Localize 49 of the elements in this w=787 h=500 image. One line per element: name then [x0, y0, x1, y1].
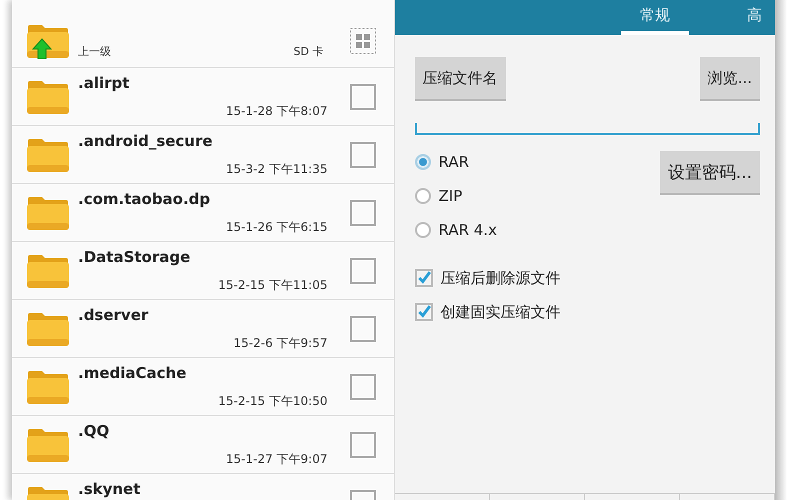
checkbox[interactable]: [350, 316, 376, 342]
checkbox[interactable]: [350, 374, 376, 400]
format-label: ZIP: [438, 187, 462, 205]
folder-name: .android_secure: [78, 132, 214, 150]
folder-name: .DataStorage: [78, 248, 192, 266]
checkbox[interactable]: [350, 84, 376, 110]
folder-icon: [26, 194, 70, 230]
folder-icon: [26, 136, 70, 172]
radio-button[interactable]: [414, 222, 430, 238]
archive-name-field[interactable]: [414, 123, 760, 135]
folder-name: .mediaCache: [78, 364, 188, 382]
modified-date: 15-1-26 下午6:15: [226, 218, 328, 236]
radio-button[interactable]: [414, 154, 430, 170]
modified-date: 15-1-28 下午8:07: [226, 102, 328, 120]
storage-label: SD 卡: [294, 44, 324, 59]
modified-date: 15-1-27 下午9:07: [226, 450, 328, 468]
format-label: RAR 4.x: [438, 221, 497, 239]
option-label: 压缩后删除源文件: [440, 268, 560, 288]
folder-name: .alirpt: [78, 74, 130, 92]
radio-button[interactable]: [414, 188, 430, 204]
modified-date: 15-2-6 下午9:57: [234, 334, 328, 352]
modified-date: 15-2-15 下午11:05: [218, 276, 328, 294]
checkbox[interactable]: [350, 200, 376, 226]
archive-name-button[interactable]: 压缩文件名: [414, 57, 506, 101]
browse-button[interactable]: 浏览...: [700, 57, 760, 101]
folder-name: .com.taobao.dp: [78, 190, 212, 208]
folder-name: .skynet: [78, 480, 142, 498]
folder-name: .QQ: [78, 422, 110, 440]
tab[interactable]: 高: [747, 0, 776, 35]
folder-icon: [26, 368, 70, 404]
modified-date: 15-2-15 下午10:50: [218, 392, 328, 410]
folder-icon: [26, 252, 70, 288]
option-label: 创建固实压缩文件: [440, 302, 560, 322]
folder-name: .dserver: [78, 306, 150, 324]
modified-date: 15-3-2 下午11:35: [226, 160, 328, 178]
folder-icon: [26, 310, 70, 346]
checkbox[interactable]: [350, 432, 376, 458]
parent-folder-label: 上一级: [78, 44, 111, 59]
set-password-button[interactable]: 设置密码...: [660, 151, 760, 195]
format-label: RAR: [438, 153, 469, 171]
grid-view-icon[interactable]: [350, 28, 376, 54]
checkbox[interactable]: [414, 303, 432, 321]
checkbox[interactable]: [350, 142, 376, 168]
folder-up-icon: [26, 23, 70, 59]
checkbox[interactable]: [350, 258, 376, 284]
tab[interactable]: 常规: [621, 0, 690, 35]
folder-icon: [26, 426, 70, 462]
folder-icon: [26, 78, 70, 114]
checkbox[interactable]: [414, 269, 432, 287]
